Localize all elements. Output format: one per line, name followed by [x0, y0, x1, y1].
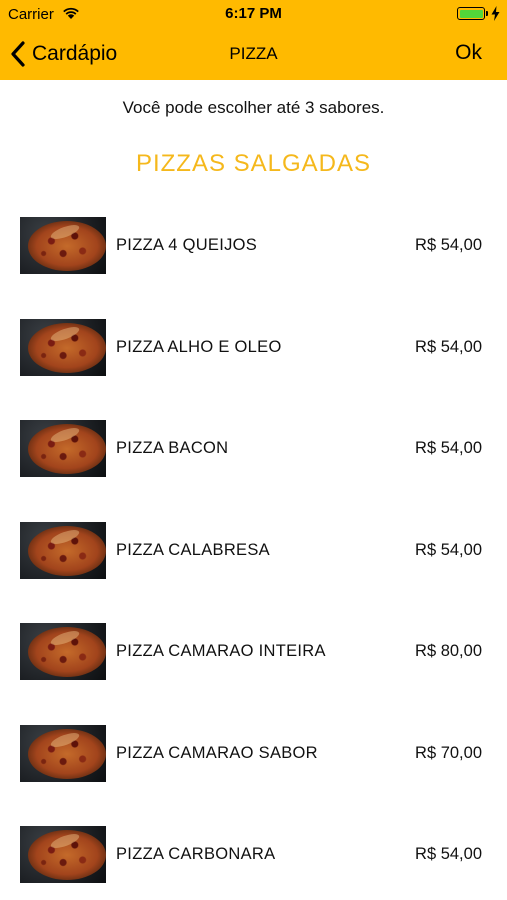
back-button[interactable]: Cardápio [10, 39, 117, 69]
back-button-label: Cardápio [32, 42, 118, 65]
battery-tip [486, 11, 488, 16]
item-price: R$ 54,00 [415, 236, 482, 254]
pizza-thumbnail [20, 623, 106, 680]
section-title: PIZZAS SALGADAS [135, 150, 372, 177]
charging-bolt-icon [491, 6, 500, 21]
list-item[interactable]: PIZZA CALABRESA R$ 54,00 [0, 500, 507, 602]
battery-icon [457, 7, 485, 20]
pizza-thumbnail [20, 318, 106, 376]
pizza-thumbnail [20, 217, 106, 274]
item-price: R$ 70,00 [415, 743, 482, 762]
status-bar: Carrier 6:17 PM [0, 0, 507, 28]
pizza-thumbnail [20, 826, 106, 883]
item-name: PIZZA CARBONARA [116, 845, 276, 863]
selection-hint: Você pode escolher até 3 sabores. [122, 98, 385, 117]
item-price: R$ 80,00 [415, 642, 482, 660]
item-name: PIZZA 4 QUEIJOS [116, 236, 258, 254]
item-price: R$ 54,00 [415, 439, 482, 457]
list-item[interactable]: PIZZA 4 QUEIJOS R$ 54,00 [0, 195, 507, 297]
item-price: R$ 54,00 [415, 845, 482, 863]
item-name: PIZZA CALABRESA [116, 540, 270, 559]
list-item[interactable]: PIZZA CARBONARA R$ 54,00 [0, 804, 507, 900]
chevron-left-icon [11, 41, 25, 67]
pizza-thumbnail [20, 724, 106, 782]
item-name: PIZZA BACON [116, 439, 229, 457]
item-name: PIZZA CAMARAO INTEIRA [116, 642, 326, 660]
list-item[interactable]: PIZZA ALHO E OLEO R$ 54,00 [0, 297, 507, 399]
pizza-thumbnail [20, 521, 106, 579]
ok-button[interactable]: Ok [455, 41, 482, 65]
item-price: R$ 54,00 [415, 540, 482, 559]
clock: 6:17 PM [225, 5, 282, 22]
item-name: PIZZA ALHO E OLEO [116, 337, 282, 356]
pizza-list: PIZZA 4 QUEIJOS R$ 54,00 PIZZA ALHO E OL… [0, 195, 507, 900]
list-item[interactable]: PIZZA BACON R$ 54,00 [0, 398, 507, 500]
navigation-bar: Cardápio PIZZA Ok [0, 28, 507, 80]
list-item[interactable]: PIZZA CAMARAO INTEIRA R$ 80,00 [0, 601, 507, 703]
pizza-thumbnail [20, 420, 106, 477]
item-price: R$ 54,00 [415, 337, 482, 356]
item-name: PIZZA CAMARAO SABOR [116, 743, 318, 762]
list-item[interactable]: PIZZA CAMARAO SABOR R$ 70,00 [0, 703, 507, 805]
